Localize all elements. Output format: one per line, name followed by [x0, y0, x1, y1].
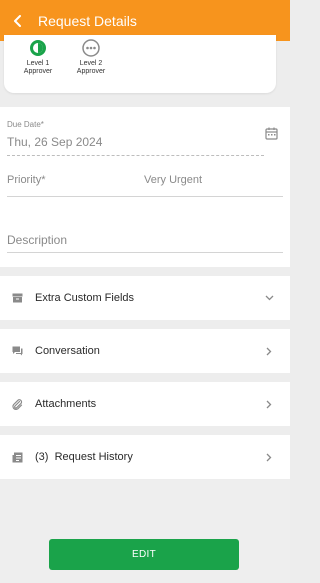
page-title: Request Details — [38, 12, 137, 29]
chevron-right-icon — [264, 346, 274, 356]
priority-label: Priority* — [7, 174, 46, 186]
paperclip-icon — [11, 398, 23, 410]
chevron-down-icon — [264, 293, 274, 303]
edit-button[interactable]: EDIT — [49, 539, 239, 570]
progress-icon — [29, 39, 47, 57]
archive-icon — [11, 292, 23, 304]
calendar-icon[interactable] — [265, 127, 278, 145]
chevron-left-icon — [14, 14, 21, 27]
due-date-label: Due Date* — [7, 120, 44, 129]
conversation-row[interactable]: Conversation — [0, 329, 290, 373]
extra-custom-fields-label: Extra Custom Fields — [35, 292, 135, 304]
approver-level-1[interactable]: Level 1 Approver — [16, 39, 60, 76]
more-icon — [82, 39, 100, 57]
chevron-right-icon — [264, 452, 274, 462]
request-form: Due Date* Thu, 26 Sep 2024 Priority* Ver… — [0, 107, 290, 267]
conversation-label: Conversation — [35, 345, 100, 357]
extra-custom-fields-row[interactable]: Extra Custom Fields — [0, 276, 290, 320]
request-history-row[interactable]: (3) Request History — [0, 435, 290, 479]
priority-value[interactable]: Very Urgent — [144, 174, 202, 186]
priority-underline — [7, 196, 283, 197]
approver-card: Level 1 Approver Level 2 Approver — [4, 35, 276, 93]
history-title: Request History — [54, 451, 133, 463]
request-history-label: (3) Request History — [35, 451, 264, 463]
approver-level-label: Level 2 — [79, 60, 103, 67]
chevron-right-icon — [264, 399, 274, 409]
description-input[interactable]: Description — [7, 233, 67, 247]
approver-level-2[interactable]: Level 2 Approver — [69, 39, 113, 76]
attachments-label: Attachments — [35, 398, 97, 410]
approver-level-label: Level 1 — [26, 60, 50, 67]
history-count: (3) — [35, 451, 49, 463]
due-date-underline — [7, 155, 264, 156]
due-date-field[interactable]: Thu, 26 Sep 2024 — [7, 135, 102, 149]
approver-role-label: Approver — [23, 68, 53, 75]
description-underline — [7, 252, 283, 253]
approver-role-label: Approver — [76, 68, 106, 75]
history-icon — [11, 451, 23, 463]
chat-icon — [11, 345, 23, 357]
attachments-row[interactable]: Attachments — [0, 382, 290, 426]
